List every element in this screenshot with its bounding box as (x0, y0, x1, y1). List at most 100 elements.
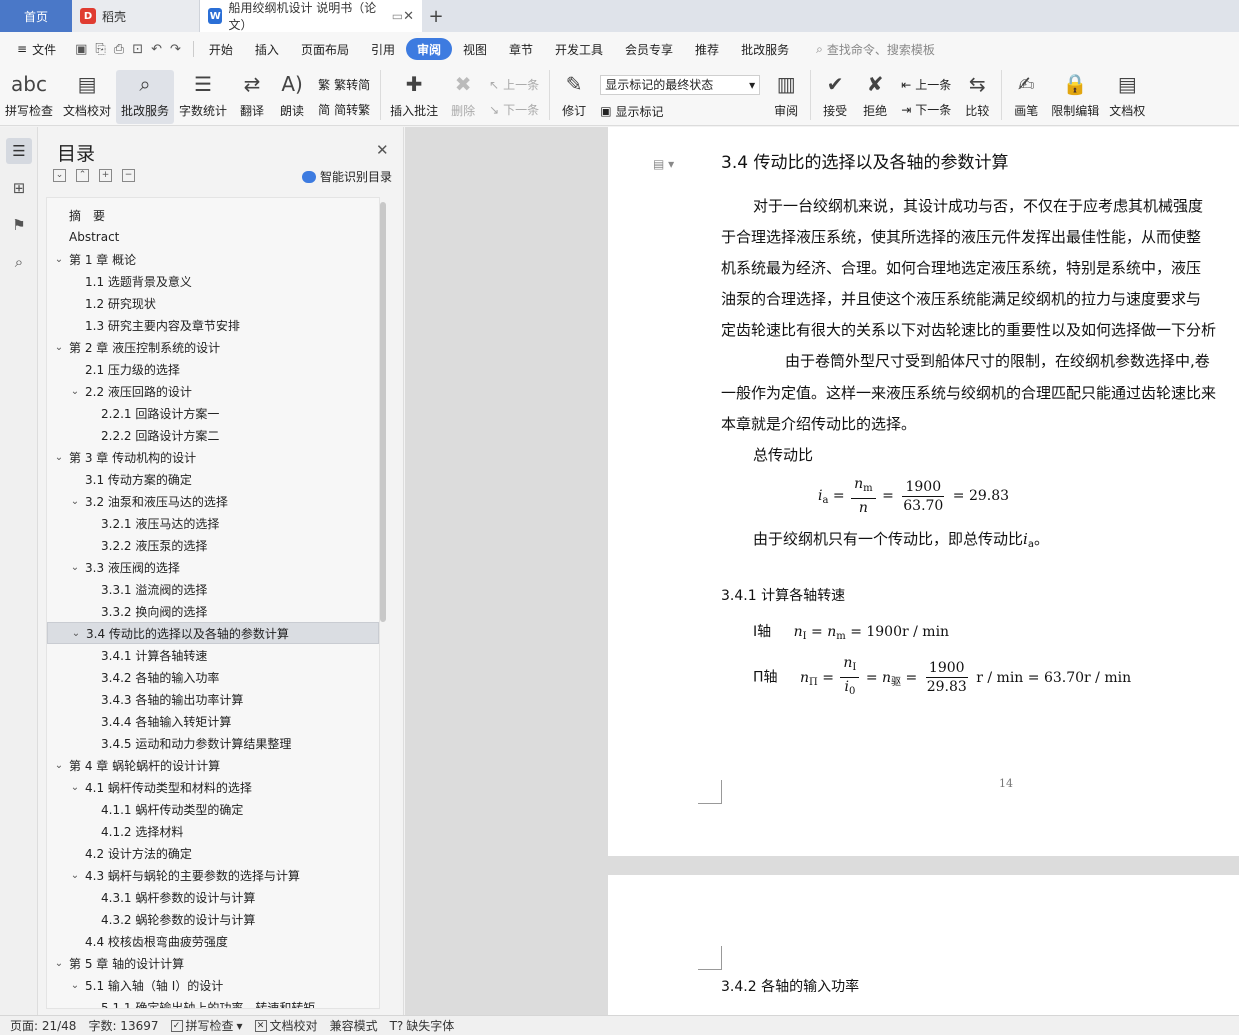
monitor-icon[interactable]: ▭ (392, 9, 403, 23)
toc-item[interactable]: 4.3.2 蜗轮参数的设计与计算 (47, 908, 379, 930)
toc-item[interactable]: 3.2.2 液压泵的选择 (47, 534, 379, 556)
menu-item-correction[interactable]: 批改服务 (730, 38, 800, 60)
compare-button[interactable]: ⇆ 比较 (957, 70, 997, 124)
toc-item[interactable]: 3.4.1 计算各轴转速 (47, 644, 379, 666)
toc-item[interactable]: 4.2 设计方法的确定 (47, 842, 379, 864)
toc-item[interactable]: 摘 要 (47, 204, 379, 226)
toc-item[interactable]: ⌄ 第 4 章 蜗轮蜗杆的设计计算 (47, 754, 379, 776)
revise-button[interactable]: ✎ 修订 (554, 70, 594, 124)
chevron-down-icon[interactable]: ⌄ (53, 958, 65, 969)
menu-item-start[interactable]: 开始 (198, 38, 244, 60)
menu-item-recommend[interactable]: 推荐 (684, 38, 730, 60)
undo-icon[interactable]: ↶ (151, 42, 162, 57)
toc-item[interactable]: ⌄ 第 3 章 传动机构的设计 (47, 446, 379, 468)
toc-item[interactable]: 4.3.1 蜗杆参数的设计与计算 (47, 886, 379, 908)
word-count-indicator[interactable]: 字数: 13697 (88, 1017, 158, 1034)
add-heading-icon[interactable]: + (99, 169, 112, 182)
simp-to-trad-button[interactable]: 简简转繁 (318, 101, 370, 118)
chevron-down-icon[interactable]: ⌄ (69, 562, 81, 573)
pen-button[interactable]: ✍ 画笔 (1006, 70, 1046, 124)
export-icon[interactable]: ⎘ (95, 42, 105, 57)
review-pane-button[interactable]: ▥ 审阅 (766, 70, 806, 124)
toc-item[interactable]: 2.2.1 回路设计方案一 (47, 402, 379, 424)
preview-icon[interactable]: ⊡ (132, 42, 143, 57)
menu-item-view[interactable]: 视图 (452, 38, 498, 60)
toc-item[interactable]: 3.4.3 各轴的输出功率计算 (47, 688, 379, 710)
translate-button[interactable]: ⇄ 翻译 (232, 70, 272, 124)
remove-heading-icon[interactable]: − (122, 169, 135, 182)
chevron-down-icon[interactable]: ⌄ (69, 870, 81, 881)
navigation-icon[interactable]: ⊞ (6, 175, 32, 201)
toc-item[interactable]: ⌄ 2.2 液压回路的设计 (47, 380, 379, 402)
menu-item-chapter[interactable]: 章节 (498, 38, 544, 60)
menu-item-review[interactable]: 审阅 (405, 38, 452, 60)
missing-font-button[interactable]: T? 缺失字体 (390, 1017, 455, 1034)
toc-item[interactable]: Abstract (47, 226, 379, 248)
chevron-down-icon[interactable]: ⌄ (53, 452, 65, 463)
status-spell-check[interactable]: ✓ 拼写检查 ▾ (170, 1017, 243, 1034)
next-comment-button[interactable]: ↘ 下一条 (489, 101, 539, 118)
next-revision-button[interactable]: ⇥ 下一条 (901, 101, 951, 118)
menu-item-member[interactable]: 会员专享 (614, 38, 684, 60)
insert-comment-button[interactable]: ✚ 插入批注 (385, 70, 443, 124)
chevron-down-icon[interactable]: ⌄ (69, 980, 81, 991)
toc-item[interactable]: 4.1.1 蜗杆传动类型的确定 (47, 798, 379, 820)
spell-check-button[interactable]: abc 拼写检查 (0, 70, 58, 124)
word-count-button[interactable]: ☰ 字数统计 (174, 70, 232, 124)
expand-up-icon[interactable]: ⌃ (76, 169, 89, 182)
toc-item[interactable]: 4.1.2 选择材料 (47, 820, 379, 842)
toc-item[interactable]: 4.4 校核齿根弯曲疲劳强度 (47, 930, 379, 952)
chevron-down-icon[interactable]: ⌄ (69, 782, 81, 793)
toc-item[interactable]: 3.4.4 各轴输入转矩计算 (47, 710, 379, 732)
collapse-all-icon[interactable]: ⌄ (53, 169, 66, 182)
toc-item[interactable]: 3.3.1 溢流阀的选择 (47, 578, 379, 600)
toc-item[interactable]: 3.2.1 液压马达的选择 (47, 512, 379, 534)
chevron-down-icon[interactable]: ⌄ (69, 386, 81, 397)
document-canvas[interactable]: ▤ ▾ 3.4 传动比的选择以及各轴的参数计算 对于一台绞纲机来说，其设计成功与… (405, 127, 1239, 1015)
command-search[interactable]: ⌕ 查找命令、搜索模板 (816, 41, 935, 58)
prev-comment-button[interactable]: ↖ 上一条 (489, 76, 539, 93)
chevron-down-icon[interactable]: ⌄ (69, 496, 81, 507)
tab-home[interactable]: 首页 (0, 0, 72, 32)
prev-revision-button[interactable]: ⇤ 上一条 (901, 76, 951, 93)
toc-item[interactable]: ⌄ 第 2 章 液压控制系统的设计 (47, 336, 379, 358)
toc-item[interactable]: ⌄ 第 5 章 轴的设计计算 (47, 952, 379, 974)
read-aloud-button[interactable]: A) 朗读 (272, 70, 312, 124)
toc-item[interactable]: 1.3 研究主要内容及章节安排 (47, 314, 379, 336)
toc-item[interactable]: 2.2.2 回路设计方案二 (47, 424, 379, 446)
redo-icon[interactable]: ↷ (170, 42, 181, 57)
file-menu[interactable]: ≡ 文件 (6, 38, 67, 60)
correction-service-button[interactable]: ⌕ 批改服务 (116, 70, 175, 124)
bookmark-icon[interactable]: ⚑ (6, 212, 32, 238)
toc-item[interactable]: ⌄ 3.2 油泵和液压马达的选择 (47, 490, 379, 512)
toc-item[interactable]: ⌄ 4.3 蜗杆与蜗轮的主要参数的选择与计算 (47, 864, 379, 886)
toc-item[interactable]: ⌄ 第 1 章 概论 (47, 248, 379, 270)
tab-document[interactable]: W 船用绞纲机设计 说明书（论文） ▭ ✕ (200, 0, 422, 32)
close-icon[interactable]: ✕ (376, 141, 389, 159)
chevron-down-icon[interactable]: ⌄ (53, 760, 65, 771)
chevron-down-icon[interactable]: ⌄ (53, 254, 65, 265)
smart-toc-button[interactable]: 智能识别目录 (302, 168, 392, 185)
document-page[interactable]: ▤ ▾ 3.4 传动比的选择以及各轴的参数计算 对于一台绞纲机来说，其设计成功与… (608, 127, 1239, 856)
toc-item[interactable]: 2.1 压力级的选择 (47, 358, 379, 380)
toc-item[interactable]: 3.4.2 各轴的输入功率 (47, 666, 379, 688)
add-tab-button[interactable]: + (422, 0, 450, 32)
toc-item[interactable]: 1.1 选题背景及意义 (47, 270, 379, 292)
toc-item[interactable]: 1.2 研究现状 (47, 292, 379, 314)
toc-item[interactable]: ⌄ 4.1 蜗杆传动类型和材料的选择 (47, 776, 379, 798)
doc-proof-button[interactable]: ▤ 文档校对 (58, 70, 116, 124)
show-markup-button[interactable]: ▣ 显示标记 (600, 103, 760, 120)
menu-item-references[interactable]: 引用 (360, 38, 406, 60)
search-panel-icon[interactable]: ⌕ (6, 249, 32, 275)
restrict-edit-button[interactable]: 🔒 限制编辑 (1046, 70, 1104, 124)
doc-permission-button[interactable]: ▤ 文档权 (1104, 70, 1150, 124)
markup-state-select[interactable]: 显示标记的最终状态 ▾ (600, 74, 761, 95)
delete-comment-button[interactable]: ✖ 删除 (443, 70, 483, 124)
document-page[interactable]: 3.4.2 各轴的输入功率 (608, 875, 1239, 1015)
accept-button[interactable]: ✔ 接受 (815, 70, 855, 124)
menu-item-developer[interactable]: 开发工具 (544, 38, 614, 60)
toc-item[interactable]: ⌄ 3.3 液压阀的选择 (47, 556, 379, 578)
status-doc-proof[interactable]: ✕ 文档校对 (254, 1017, 318, 1034)
reject-button[interactable]: ✘ 拒绝 (855, 70, 895, 124)
toc-item[interactable]: ⌄ 3.4 传动比的选择以及各轴的参数计算 (47, 622, 379, 644)
